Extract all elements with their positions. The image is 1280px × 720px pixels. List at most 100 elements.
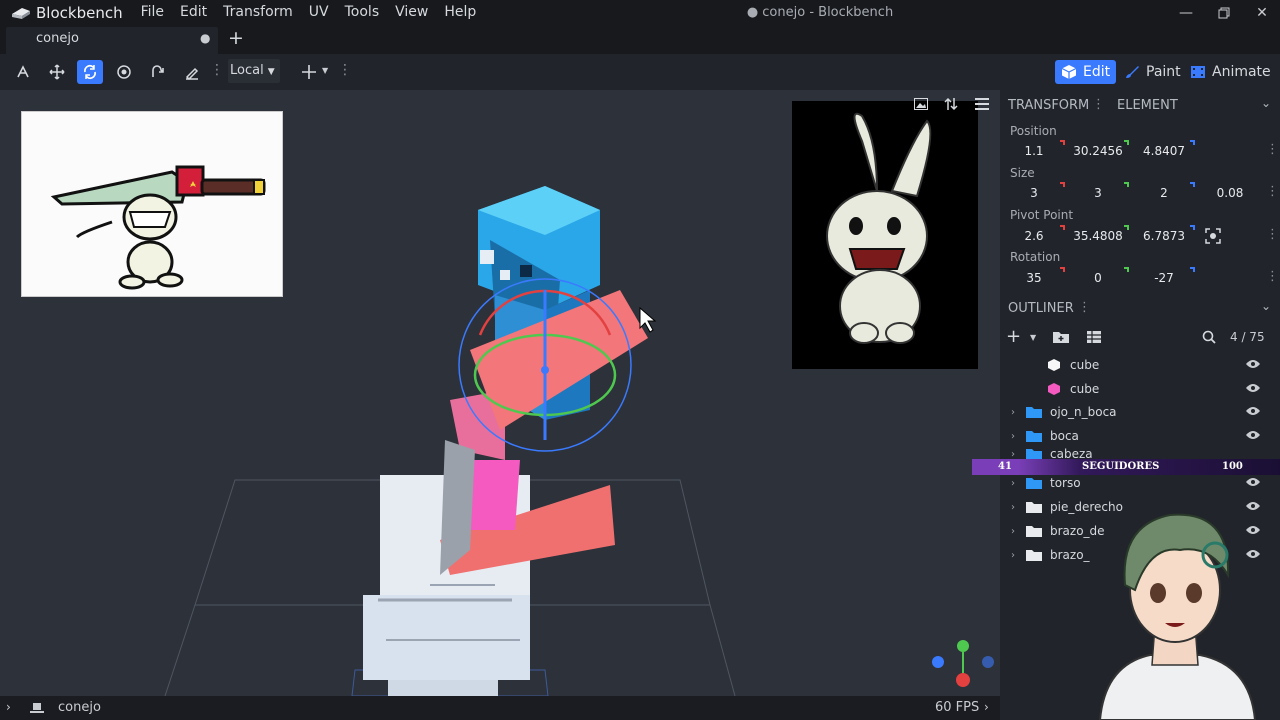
eye-icon[interactable]	[1246, 383, 1260, 393]
minimize-button[interactable]: —	[1168, 0, 1204, 25]
eye-icon[interactable]	[1246, 406, 1260, 416]
menu-view[interactable]: View	[387, 0, 436, 25]
position-label: Position	[1010, 124, 1057, 138]
position-menu-icon[interactable]: ⋮	[1266, 142, 1279, 157]
axis-indicator	[932, 640, 994, 687]
status-expand-icon[interactable]: ›	[984, 700, 989, 714]
toolbar-more-icon[interactable]: ⋮	[338, 62, 352, 78]
outliner-row-ojo-n-boca[interactable]: › ojo_n_boca	[1004, 400, 1274, 424]
restore-button[interactable]	[1206, 0, 1242, 25]
transform-space-select[interactable]: Local ▼	[228, 59, 280, 83]
size-y-input[interactable]: 3	[1068, 182, 1128, 204]
menu-help[interactable]: Help	[436, 0, 484, 25]
center-pivot-icon[interactable]	[1205, 228, 1221, 244]
z-axis-marker	[1190, 140, 1195, 145]
sidebar-toggle-icon[interactable]: ›	[6, 700, 11, 714]
menu-uv[interactable]: UV	[301, 0, 337, 25]
rotation-y-input[interactable]: 0	[1068, 267, 1128, 289]
follower-goal-bar: 41 SEGUIDORES 100	[972, 459, 1280, 475]
x-axis-marker	[1060, 182, 1065, 187]
position-y-input[interactable]: 30.2456	[1068, 140, 1128, 162]
tab-transform[interactable]: TRANSFORM	[1008, 98, 1089, 113]
inflate-input[interactable]: 0.08	[1200, 182, 1260, 204]
mode-paint-button[interactable]: Paint	[1118, 60, 1187, 84]
pivot-x-input[interactable]: 2.6	[1004, 225, 1064, 247]
folder-icon	[1026, 407, 1042, 418]
brush-icon	[1126, 66, 1139, 78]
outliner-row-cube-1[interactable]: cube	[1004, 353, 1274, 377]
rotation-menu-icon[interactable]: ⋮	[1266, 269, 1279, 284]
reference-image-bunny[interactable]	[792, 101, 978, 369]
resize-tool-button[interactable]	[44, 60, 70, 84]
expand-arrow-icon[interactable]: ›	[1006, 502, 1020, 513]
unsaved-dot-icon[interactable]: ●	[200, 31, 210, 45]
expand-arrow-icon[interactable]: ›	[1006, 550, 1020, 561]
pivot-tool-button[interactable]	[111, 60, 137, 84]
folder-icon	[1026, 478, 1042, 489]
tab-element[interactable]: ELEMENT	[1117, 98, 1178, 113]
add-cube-button[interactable]: +	[1006, 326, 1021, 347]
center-icon	[302, 65, 316, 79]
mode-animate-button[interactable]: Animate	[1184, 60, 1277, 84]
viewport-menu-button[interactable]	[971, 95, 993, 113]
menu-transform[interactable]: Transform	[215, 0, 301, 25]
transform-menu-icon[interactable]: ⋮	[1092, 97, 1105, 112]
follower-goal-label: SEGUIDORES	[1082, 461, 1160, 472]
add-dropdown-icon[interactable]: ▼	[1030, 333, 1036, 342]
size-x-input[interactable]: 3	[1004, 182, 1064, 204]
eye-icon[interactable]	[1246, 477, 1260, 487]
mode-edit-button[interactable]: Edit	[1055, 60, 1117, 84]
center-dropdown-icon[interactable]: ▼	[322, 66, 328, 75]
toolbar-menu-icon[interactable]: ⋮	[210, 62, 224, 78]
rotation-row: 35 0 -27	[1004, 267, 1260, 289]
outliner-row-cube-2[interactable]: cube	[1004, 377, 1274, 401]
pivot-z-input[interactable]: 6.7873	[1134, 225, 1194, 247]
collection-icon[interactable]	[1086, 330, 1102, 344]
size-label: Size	[1010, 166, 1035, 180]
vertex-snap-tool-button[interactable]	[145, 60, 171, 84]
expand-arrow-icon[interactable]: ›	[1006, 431, 1020, 442]
expand-arrow-icon[interactable]: ›	[1006, 407, 1020, 418]
search-icon[interactable]	[1202, 330, 1216, 344]
add-group-icon[interactable]	[1052, 330, 1070, 344]
cube-icon	[1048, 359, 1060, 371]
pivot-y-input[interactable]: 35.4808	[1068, 225, 1128, 247]
pivot-menu-icon[interactable]: ⋮	[1266, 227, 1279, 242]
close-button[interactable]: ✕	[1244, 0, 1280, 25]
expand-arrow-icon[interactable]: ›	[1006, 478, 1020, 489]
center-tool-button[interactable]	[296, 60, 322, 84]
menu-tools[interactable]: Tools	[337, 0, 388, 25]
expand-arrow-icon[interactable]: ›	[1006, 449, 1020, 460]
reference-image-sword-bunny[interactable]	[21, 111, 283, 297]
outliner-label: cube	[1070, 358, 1100, 372]
image-icon	[914, 98, 928, 110]
menu-file[interactable]: File	[133, 0, 172, 25]
move-tool-button[interactable]	[10, 60, 36, 84]
brush-icon	[185, 67, 199, 80]
sword-bunny-illustration	[50, 165, 266, 290]
project-settings-icon[interactable]	[30, 701, 44, 713]
minimize-icon: —	[1179, 4, 1193, 21]
position-z-input[interactable]: 4.8407	[1134, 140, 1194, 162]
eye-icon[interactable]	[1246, 359, 1260, 369]
menu-edit[interactable]: Edit	[172, 0, 215, 25]
brush-tool-button[interactable]	[179, 60, 205, 84]
eye-icon[interactable]	[1246, 430, 1260, 440]
outliner-menu-icon[interactable]: ⋮	[1078, 300, 1091, 315]
outliner-row-boca[interactable]: › boca	[1004, 424, 1274, 448]
fps-counter: 60 FPS	[935, 700, 980, 715]
rotation-x-input[interactable]: 35	[1004, 267, 1064, 289]
new-tab-button[interactable]: +	[228, 27, 244, 49]
camera-angle-button[interactable]	[940, 95, 962, 113]
rotate-tool-button[interactable]	[77, 60, 103, 84]
panel-collapse-chevron-icon[interactable]: ⌄	[1261, 96, 1271, 110]
expand-arrow-icon[interactable]: ›	[1006, 526, 1020, 537]
position-x-input[interactable]: 1.1	[1004, 140, 1064, 162]
rotation-z-input[interactable]: -27	[1134, 267, 1194, 289]
size-menu-icon[interactable]: ⋮	[1266, 184, 1279, 199]
y-axis-marker	[1124, 225, 1129, 230]
outliner-collapse-chevron-icon[interactable]: ⌄	[1261, 299, 1271, 313]
reference-image-button[interactable]	[910, 95, 932, 113]
size-z-input[interactable]: 2	[1134, 182, 1194, 204]
blockbench-logo-icon	[12, 7, 30, 19]
